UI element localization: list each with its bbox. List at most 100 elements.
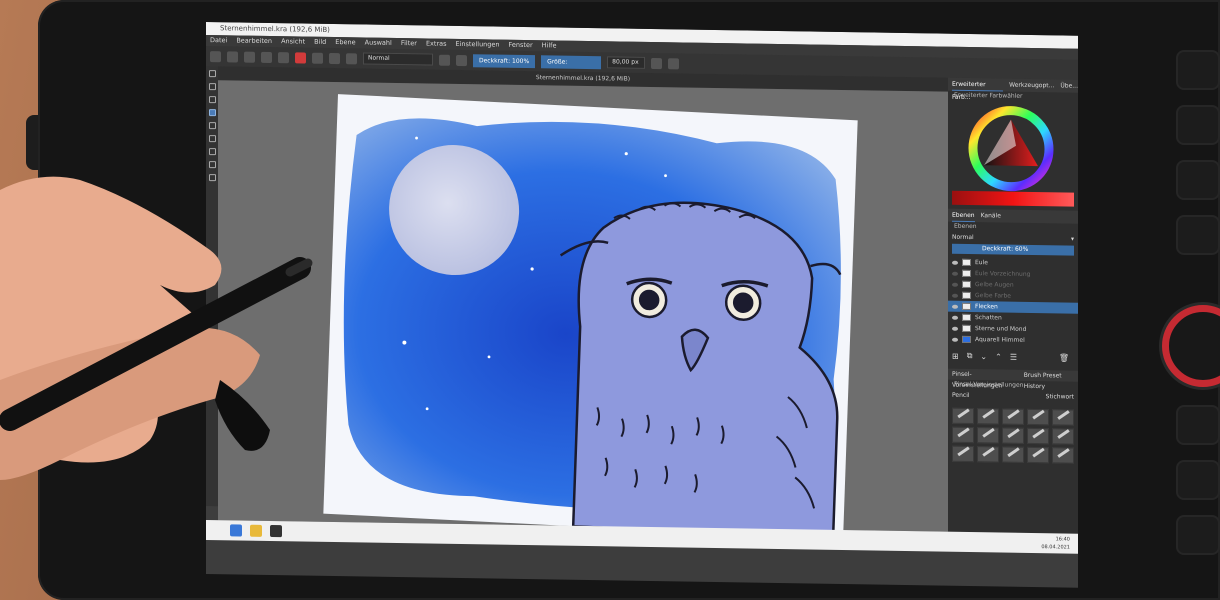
delete-layer-icon[interactable]: 🗑 [1059,353,1069,362]
polygon-tool-icon[interactable] [208,161,216,169]
eye-icon[interactable] [952,260,958,265]
foreground-color-swatch-icon[interactable] [295,51,306,64]
menu-filter[interactable]: Filter [401,38,417,49]
brush-preset-icon[interactable] [977,446,999,463]
artwork-canvas[interactable] [323,94,858,540]
clock-date: 08.04.2021 [1041,544,1070,551]
mirror-vertical-icon[interactable] [668,57,680,69]
taskbar-clock[interactable]: 16:40 08.04.2021 [1030,533,1070,554]
menu-bild[interactable]: Bild [314,37,326,48]
menu-bearbeiten[interactable]: Bearbeiten [236,35,272,47]
redo-icon[interactable] [278,51,289,63]
new-file-icon[interactable] [210,50,221,62]
brush-preset-grid [948,402,1078,470]
tab-tool-options[interactable]: Werkzeugopt... [1009,79,1054,93]
express-key[interactable] [1176,160,1220,200]
text-tool-icon[interactable] [208,83,216,91]
owl-night-sky-painting [343,118,842,540]
brush-preset-icon[interactable] [1002,408,1024,425]
color-selector[interactable] [948,101,1078,193]
menu-einstellungen[interactable]: Einstellungen [455,39,499,51]
brush-group-dropdown[interactable]: Pencil [952,390,970,402]
color-wheel-icon[interactable] [966,105,1056,192]
brush-preset-icon[interactable] [1002,427,1024,444]
ellipse-tool-icon[interactable] [208,148,216,156]
gradient-icon[interactable] [312,52,323,64]
layer-properties-icon[interactable]: ☰ [1010,352,1017,361]
mirror-horizontal-icon[interactable] [651,57,663,69]
brush-tag-filter[interactable]: Stichwort [1046,391,1074,403]
rectangle-tool-icon[interactable] [208,135,216,143]
eye-icon[interactable] [952,271,958,276]
eye-icon[interactable] [952,326,958,331]
express-key[interactable] [1176,50,1220,90]
express-key[interactable] [1176,460,1220,500]
opacity-slider[interactable]: Deckkraft: 100% [473,53,536,68]
line-tool-icon[interactable] [208,122,216,130]
bezier-tool-icon[interactable] [208,174,216,182]
layer-opacity-slider[interactable]: Deckkraft: 60% [952,243,1074,256]
undo-icon[interactable] [261,51,272,63]
brush-preset-icon[interactable] [1052,447,1074,464]
brush-preset-icon[interactable] [1027,446,1049,464]
layer-thumbnail [962,313,971,322]
canvas-area[interactable] [218,80,948,540]
brush-preset-icon[interactable] [1027,427,1049,445]
owl [559,201,842,540]
blend-mode-dropdown[interactable]: Normal [363,52,433,66]
layer-blend-mode-dropdown[interactable]: Normal ▾ [948,232,1078,246]
brush-preset-icon[interactable] [1052,428,1074,445]
menu-auswahl[interactable]: Auswahl [365,37,392,48]
express-key[interactable] [1176,215,1220,255]
brush-preset-icon[interactable] [952,426,974,444]
layer-row[interactable]: Aquarell Himmel [948,334,1078,347]
menu-datei[interactable]: Datei [210,35,227,46]
pattern-icon[interactable] [329,52,340,64]
eye-icon[interactable] [952,293,958,298]
menu-fenster[interactable]: Fenster [509,40,533,51]
brush-preset-icon[interactable] [952,407,974,425]
file-explorer-icon[interactable] [250,524,262,537]
eye-icon[interactable] [952,282,958,287]
size-value-field[interactable]: 80,00 px [607,56,646,69]
brush-preset-icon[interactable] [1052,409,1074,426]
tab-layers[interactable]: Ebenen [952,208,975,223]
eraser-mode-icon[interactable] [439,54,450,66]
open-file-icon[interactable] [227,50,238,63]
brush-preset-icon[interactable] [346,52,357,64]
duplicate-layer-icon[interactable]: ⧉ [967,351,973,361]
start-icon[interactable] [230,524,242,537]
color-history-bar[interactable] [952,190,1074,207]
tab-overview[interactable]: Übe... [1060,79,1078,92]
save-icon[interactable] [244,51,255,63]
brush-preset-icon[interactable] [977,427,999,444]
layer-actions-bar: ⊞ ⧉ ⌄ ⌃ ☰ 🗑 [948,349,1078,365]
tab-channels[interactable]: Kanäle [981,209,1001,222]
express-key[interactable] [1176,405,1220,445]
edit-shapes-tool-icon[interactable] [208,96,216,104]
eye-icon[interactable] [952,315,958,320]
eye-icon[interactable] [952,304,958,309]
express-key[interactable] [1176,105,1220,145]
move-layer-up-icon[interactable]: ⌃ [995,352,1002,361]
express-key[interactable] [1176,515,1220,555]
tab-brush-history[interactable]: Brush Preset History [1024,370,1078,390]
menu-ebene[interactable]: Ebene [335,37,355,48]
tab-advanced-color[interactable]: Erweiterter Farb... [952,77,1004,101]
size-slider[interactable]: Größe: [541,54,602,69]
brush-preset-icon[interactable] [1027,408,1049,426]
krita-app-icon[interactable] [270,525,282,538]
select-shapes-tool-icon[interactable] [208,70,216,78]
move-layer-down-icon[interactable]: ⌄ [980,352,987,361]
menu-ansicht[interactable]: Ansicht [281,36,305,47]
brush-preset-icon[interactable] [1002,446,1024,463]
preserve-alpha-icon[interactable] [456,54,467,66]
menu-extras[interactable]: Extras [426,38,447,49]
red-dial-knob[interactable] [1162,305,1220,387]
freehand-brush-tool-icon[interactable] [208,109,216,117]
brush-preset-icon[interactable] [952,445,974,463]
eye-icon[interactable] [952,337,958,342]
add-layer-icon[interactable]: ⊞ [952,351,959,360]
brush-preset-icon[interactable] [977,408,999,425]
menu-hilfe[interactable]: Hilfe [542,40,557,51]
